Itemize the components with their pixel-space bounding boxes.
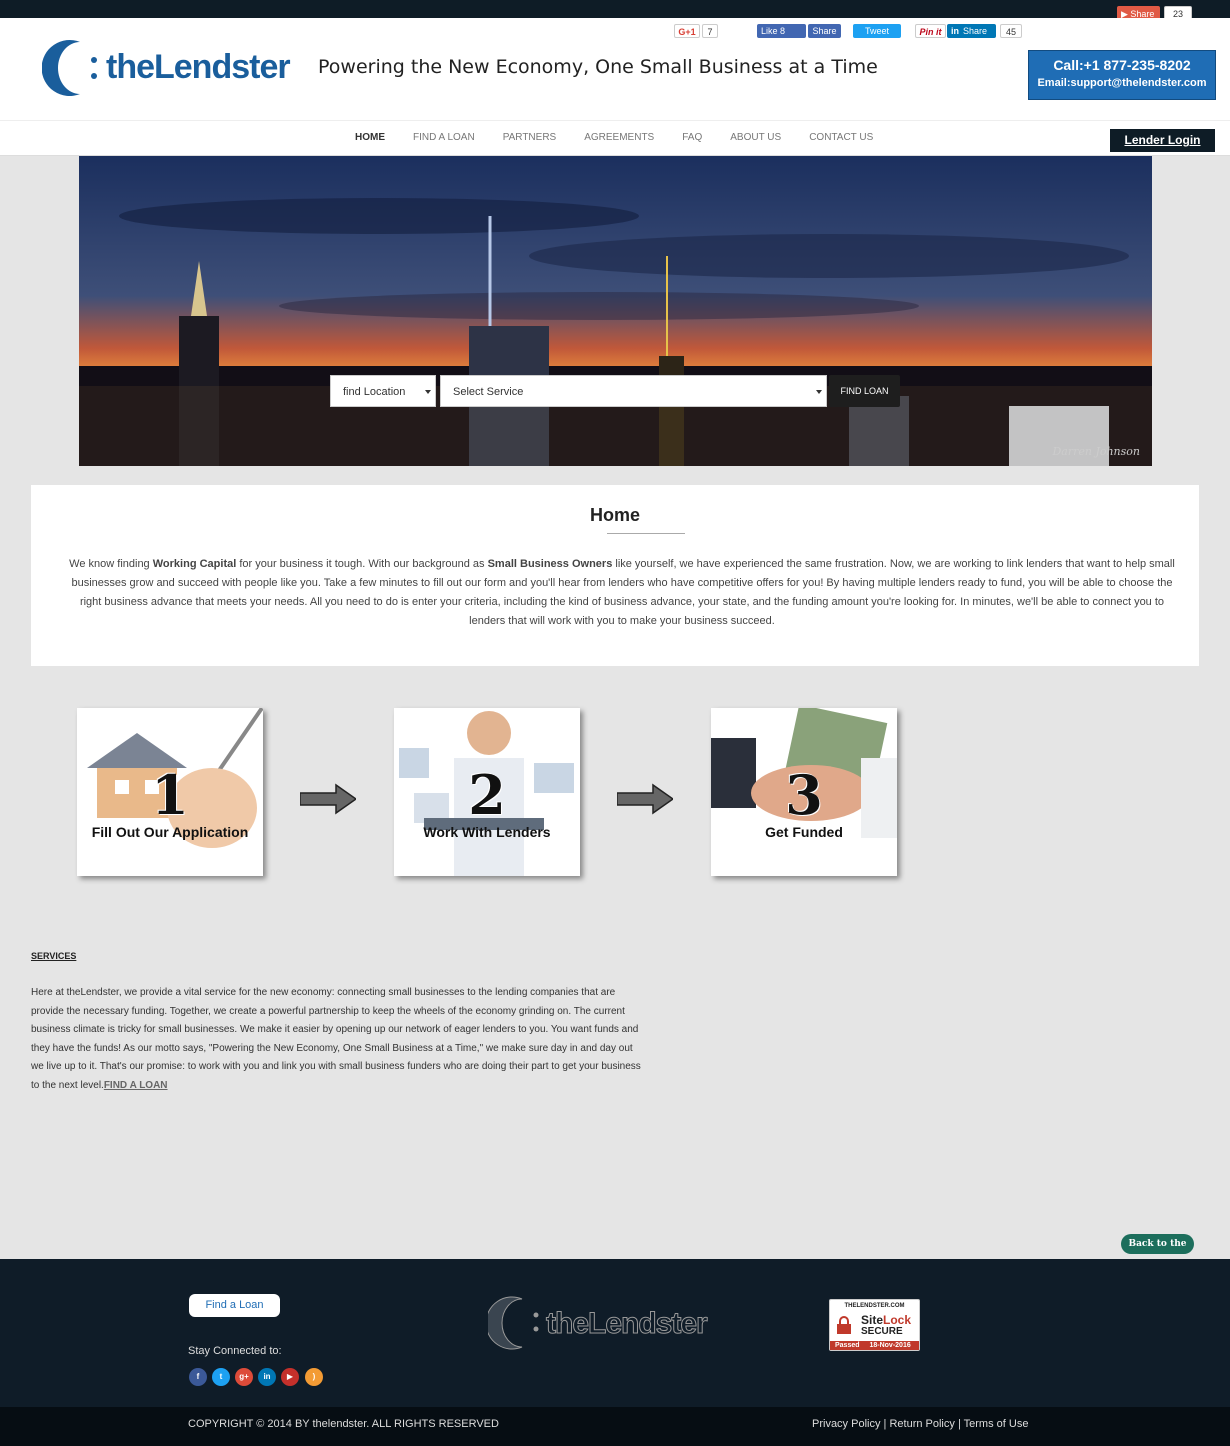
service-select-value: Select Service: [453, 386, 524, 398]
step-label: Fill Out Our Application: [91, 824, 249, 840]
bottom-bar: COPYRIGHT © 2014 BY thelendster. ALL RIG…: [0, 1407, 1230, 1446]
intro-paragraph: We know finding Working Capital for your…: [67, 555, 1177, 631]
intro-text-2: for your business it tough. With our bac…: [236, 558, 488, 570]
step-number: 2: [468, 763, 506, 827]
sitelock-secure: SECURE: [861, 1326, 903, 1337]
privacy-policy-link[interactable]: Privacy Policy: [812, 1418, 880, 1430]
tweet-button[interactable]: Tweet: [853, 24, 901, 38]
photo-credit: Darren Johnson: [1052, 445, 1140, 458]
lender-login-button[interactable]: Lender Login: [1110, 129, 1215, 152]
site-logo[interactable]: theLendster: [41, 38, 302, 98]
terms-of-use-link[interactable]: Terms of Use: [964, 1418, 1029, 1430]
sitelock-badge[interactable]: THELENDSTER.COM SiteLock SECURE Passed 1…: [829, 1299, 920, 1351]
linkedin-share-button[interactable]: in Share: [947, 24, 996, 38]
header: theLendster Powering the New Economy, On…: [0, 18, 1230, 120]
step-card-funded[interactable]: 3 Get Funded: [711, 708, 897, 876]
sitelock-domain: THELENDSTER.COM: [844, 1303, 905, 1309]
footer: Find a Loan Stay Connected to: f t g+ in…: [0, 1259, 1230, 1407]
logo-text: theLendster: [106, 48, 291, 86]
padlock-icon: [837, 1316, 851, 1334]
intro-bold-working-capital: Working Capital: [152, 558, 237, 570]
google-plus-icon[interactable]: g+: [235, 1368, 253, 1386]
linkedin-count: 45: [1000, 24, 1022, 38]
city-skyline-image: [79, 156, 1152, 466]
location-select[interactable]: find Location: [330, 375, 436, 407]
step-card-application[interactable]: 1 Fill Out Our Application: [77, 708, 263, 876]
legal-links: Privacy Policy | Return Policy | Terms o…: [812, 1418, 1028, 1430]
hero-banner: find Location Select Service FIND LOAN D…: [79, 156, 1152, 466]
linkedin-icon: in: [951, 26, 959, 36]
sitelock-name-site: Site: [861, 1313, 884, 1327]
return-policy-link[interactable]: Return Policy: [889, 1418, 954, 1430]
separator: |: [883, 1418, 887, 1430]
sitelock-passed: Passed: [835, 1342, 860, 1349]
copyright: COPYRIGHT © 2014 BY thelendster. ALL RIG…: [188, 1418, 499, 1430]
services-heading: SERVICES: [31, 951, 77, 961]
back-to-top-button[interactable]: Back to the top: [1121, 1234, 1194, 1269]
sitelock-name-lock: Lock: [883, 1313, 912, 1327]
chevron-down-icon: [425, 390, 431, 394]
arrow-right-icon: [617, 783, 673, 815]
intro-bold-small-business-owners: Small Business Owners: [487, 558, 613, 570]
separator: |: [957, 1418, 961, 1430]
nav-item-agreements[interactable]: AGREEMENTS: [584, 132, 654, 143]
nav-item-find-a-loan[interactable]: FIND A LOAN: [413, 132, 475, 143]
sitelock-date: 18-Nov-2016: [869, 1342, 911, 1349]
facebook-icon[interactable]: f: [189, 1368, 207, 1386]
title-underline: [607, 533, 685, 534]
services-paragraph: Here at theLendster, we provide a vital …: [31, 984, 641, 1096]
gplus-count: 7: [702, 24, 718, 38]
support-email[interactable]: Email:support@thelendster.com: [1029, 77, 1215, 89]
twitter-icon[interactable]: t: [212, 1368, 230, 1386]
fb-like-label: Like 8: [761, 26, 786, 36]
nav-item-about-us[interactable]: ABOUT US: [730, 132, 781, 143]
top-bar: [0, 0, 1230, 18]
step-label: Get Funded: [765, 824, 843, 840]
pinit-button[interactable]: Pin it: [915, 24, 946, 38]
stay-connected-label: Stay Connected to:: [188, 1345, 282, 1357]
chevron-down-icon: [816, 390, 822, 394]
nav-item-contact-us[interactable]: CONTACT US: [809, 132, 873, 143]
fb-like-button[interactable]: Like 8: [757, 24, 806, 38]
nav-item-home[interactable]: HOME: [355, 132, 385, 143]
step-label: Work With Lenders: [423, 824, 551, 840]
contact-box: Call:+1 877-235-8202 Email:support@thele…: [1028, 50, 1216, 100]
phone-number[interactable]: Call:+1 877-235-8202: [1029, 57, 1215, 73]
find-loan-button[interactable]: FIND LOAN: [829, 375, 900, 407]
linkedin-share-label: Share: [963, 26, 988, 36]
nav-item-partners[interactable]: PARTNERS: [503, 132, 557, 143]
fb-share-button[interactable]: Share: [808, 24, 841, 38]
services-text: Here at theLendster, we provide a vital …: [31, 987, 641, 1091]
location-select-value: find Location: [343, 386, 406, 398]
service-select[interactable]: Select Service: [440, 375, 827, 407]
main-nav: HOME FIND A LOAN PARTNERS AGREEMENTS FAQ…: [0, 120, 1230, 156]
logo-crescent-icon: [488, 1296, 539, 1350]
page-title: Home: [589, 505, 640, 525]
home-intro-panel: Home We know finding Working Capital for…: [31, 485, 1199, 666]
intro-text-1: We know finding: [69, 558, 153, 570]
linkedin-icon[interactable]: in: [258, 1368, 276, 1386]
footer-find-loan-button[interactable]: Find a Loan: [189, 1294, 280, 1317]
step-number: 1: [151, 763, 189, 827]
rss-icon[interactable]: ): [305, 1368, 323, 1386]
footer-logo-text: theLendster: [546, 1307, 709, 1341]
youtube-icon[interactable]: ▶: [281, 1368, 299, 1386]
gplus-button[interactable]: G+1: [674, 24, 700, 38]
footer-logo[interactable]: theLendster: [488, 1295, 718, 1351]
step-card-lenders[interactable]: 2 Work With Lenders: [394, 708, 580, 876]
tagline: Powering the New Economy, One Small Busi…: [318, 56, 878, 78]
step-number: 3: [785, 763, 823, 827]
find-a-loan-link[interactable]: FIND A LOAN: [104, 1080, 168, 1091]
arrow-right-icon: [300, 783, 356, 815]
logo-crescent-icon: [41, 40, 97, 96]
nav-item-faq[interactable]: FAQ: [682, 132, 702, 143]
